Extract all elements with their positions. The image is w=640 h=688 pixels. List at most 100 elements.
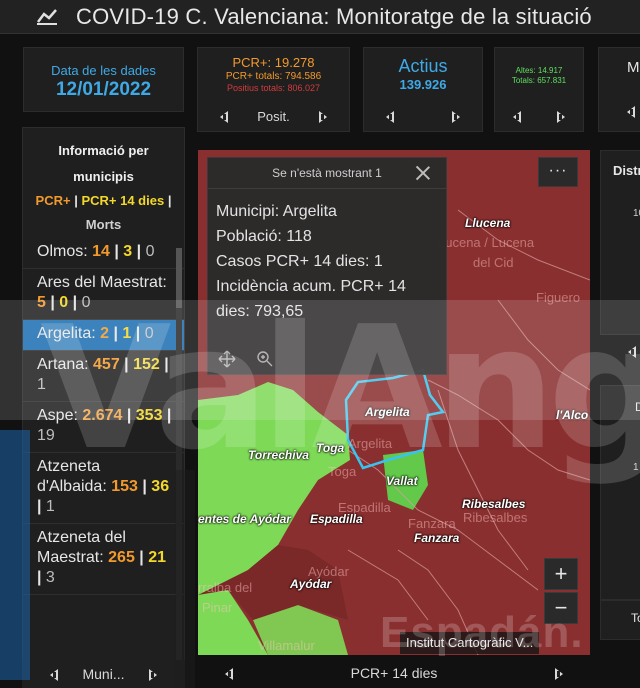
popup-poblacio: Població: 118 [216,228,312,245]
next-arrow-icon[interactable] [147,667,159,681]
next-arrow-icon[interactable] [317,109,329,123]
distribution-axis-value: 10 [633,208,640,219]
municipi-name: Ares del Maestrat: [37,274,167,291]
altes-nav [495,105,583,127]
popup-header: Se n'està mostrant 1 [208,158,446,189]
chart-panel-partial: D 1 [600,385,640,600]
list-subtitle: PCR+ | PCR+ 14 dies | [29,190,178,212]
map-label: Vallat [386,474,418,488]
prev-arrow-icon[interactable] [218,109,230,123]
legend-morts: Morts [85,217,122,232]
popup-incidencia: Incidència acum. PCR+ 14 dies: 793,65 [216,278,406,320]
map-ghost-label: Argelita [348,436,393,451]
map-nav: PCR+ 14 dies [198,658,590,688]
prev-arrow-icon[interactable] [48,667,60,681]
actius-label: Actius [398,56,448,76]
morts-count: 0 [81,294,91,311]
map-ghost-label: del Cid [473,255,514,270]
municipi-name: Aspe: [37,407,83,424]
map-popup: Se n'està mostrant 1 Municipi: Argelita … [207,157,447,375]
prev-arrow-icon[interactable] [223,666,235,680]
municipi-name: Olmos: [37,243,93,260]
app-root: COVID-19 C. Valenciana: Monitoratge de l… [0,0,640,688]
next-arrow-icon[interactable] [553,666,565,680]
municipi-name: Argelita: [37,325,101,342]
distribution-panel-partial: Distr 10 [600,150,640,335]
move-icon[interactable] [218,350,236,368]
pcr-count: 14 [92,243,110,260]
pcr-count: 153 [111,478,138,495]
map-label: Torrechiva [248,448,309,462]
value-separator: | [37,498,46,515]
prev-arrow-icon[interactable] [511,109,523,123]
value-separator: | [109,243,124,260]
value-separator: | [134,549,149,566]
list-title: Informació per municipis [58,143,149,184]
zoom-to-icon[interactable] [256,350,274,368]
scrollbar-thumb[interactable] [176,248,182,308]
distribution-nav [600,340,640,364]
prev-arrow-icon[interactable] [625,104,637,118]
pcr-count: 457 [93,356,120,373]
map-label: Espadilla [310,512,363,526]
next-arrow-icon[interactable] [450,109,462,123]
value-separator: | [68,294,82,311]
value-separator: | [119,356,134,373]
morts-nav [625,104,637,123]
map-label: Ayódar [290,577,332,591]
pcr14-count: 0 [59,294,69,311]
list-item[interactable]: Aspe: 2.674 | 353 | 19 [23,402,184,453]
list-item[interactable]: Atzeneta d'Albaida: 153 | 36 | 1 [23,453,184,524]
legend-sep: | [70,193,82,208]
map-ghost-label: Pinar [202,600,233,615]
map-nav-label: PCR+ 14 dies [350,665,438,681]
chart-axis-value: 1 [633,462,639,473]
scrollbar-track[interactable] [176,248,182,668]
prev-arrow-icon[interactable] [626,344,638,358]
popup-body: Municipi: Argelita Població: 118 Casos P… [208,189,446,324]
pcr-main-value: PCR+: 19.278 [232,55,315,70]
morts-panel-partial: M [598,47,640,132]
morts-count: 1 [37,376,46,393]
tab-partial-label[interactable]: To [631,611,640,625]
popup-header-text: Se n'està mostrant 1 [272,166,382,180]
prev-arrow-icon[interactable] [384,109,396,123]
chart-panel-title: D [635,400,640,414]
list-item[interactable]: Argelita: 2 | 1 | 0 [23,320,184,351]
actius-panel: Actius 139.926 [363,47,483,132]
zoom-out-button[interactable]: − [544,592,578,624]
date-panel: Data de les dades 12/01/2022 [23,47,184,112]
pcr-panel: PCR+: 19.278 PCR+ totals: 794.586 Positi… [197,47,350,132]
value-separator: | [37,569,46,586]
date-value: 12/01/2022 [55,79,152,100]
more-options-button[interactable]: ··· [538,157,578,187]
pcr-total-value: PCR+ totals: 794.586 [225,71,322,82]
list-item[interactable]: Atzeneta del Maestrat: 265 | 21 | 3 [23,524,184,595]
pcr14-count: 152 [133,356,160,373]
legend-sep: | [164,193,172,208]
list-item[interactable]: Artana: 457 | 152 | 1 [23,351,184,402]
list-item[interactable]: Olmos: 14 | 3 | 0 [23,238,184,269]
map-ghost-label: Figuero [536,290,581,305]
municipi-list-panel: Informació per municipis PCR+ | PCR+ 14 … [22,127,185,670]
pcr-count: 2.674 [82,407,123,424]
map-label: Toga [316,441,345,455]
pcr-count: 5 [37,294,46,311]
map-label: Ribesalbes [462,497,526,511]
close-icon[interactable] [414,164,432,182]
next-arrow-icon[interactable] [555,109,567,123]
map-label: entes de Ayódar [198,512,291,526]
app-header: COVID-19 C. Valenciana: Monitoratge de l… [0,0,640,34]
morts-panel-label: M [627,59,640,76]
pcr-nav-label: Posit. [257,108,290,124]
tab-panel-partial: To [600,600,640,640]
morts-count: 19 [37,427,55,444]
list-item[interactable]: Ares del Maestrat: 5 | 0 | 0 [23,269,184,320]
popup-actions [208,344,446,374]
map-label: l'Alco [556,408,589,422]
legend-pcr: PCR+ [35,193,71,208]
popup-casos: Casos PCR+ 14 dies: 1 [216,253,383,270]
pcr14-count: 21 [148,549,167,566]
map-attribution[interactable]: Institut Cartogràfic V... [400,632,540,654]
zoom-in-button[interactable]: + [544,558,578,590]
